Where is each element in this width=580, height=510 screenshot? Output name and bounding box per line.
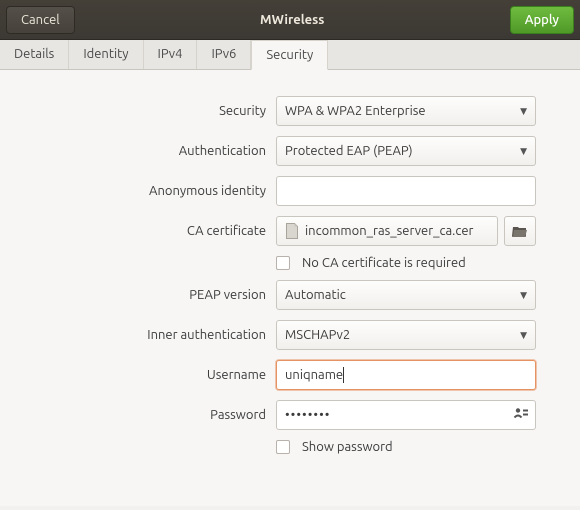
dropdown-caret-icon: ▼ (520, 330, 527, 341)
apply-button[interactable]: Apply (510, 6, 574, 34)
inner-auth-value: MSCHAPv2 (285, 328, 350, 342)
ca-certificate-file-button[interactable]: incommon_ras_server_ca.cer (276, 216, 498, 246)
password-store-icon[interactable] (513, 407, 529, 424)
ca-certificate-browse-button[interactable] (504, 216, 536, 246)
show-password-checkbox[interactable] (276, 440, 290, 454)
tab-ipv6[interactable]: IPv6 (197, 40, 251, 69)
dropdown-caret-icon: ▼ (520, 290, 527, 301)
authentication-select[interactable]: Protected EAP (PEAP) ▼ (276, 136, 536, 166)
tabs: Details Identity IPv4 IPv6 Security (0, 40, 580, 70)
security-select[interactable]: WPA & WPA2 Enterprise ▼ (276, 96, 536, 126)
window-title: MWireless (260, 13, 324, 27)
username-label: Username (20, 368, 276, 382)
anonymous-identity-label: Anonymous identity (20, 184, 276, 198)
ca-certificate-filename: incommon_ras_server_ca.cer (305, 224, 473, 238)
ca-certificate-label: CA certificate (20, 224, 276, 238)
text-cursor (343, 367, 344, 383)
peap-version-label: PEAP version (20, 288, 276, 302)
password-value: •••••••• (285, 408, 330, 422)
security-pane: Security WPA & WPA2 Enterprise ▼ Authent… (0, 70, 580, 506)
password-label: Password (20, 408, 276, 422)
username-input[interactable]: uniqname (276, 360, 536, 390)
show-password-label: Show password (302, 440, 393, 454)
inner-auth-label: Inner authentication (20, 328, 276, 342)
no-ca-required-checkbox[interactable] (276, 256, 290, 270)
security-label: Security (20, 104, 276, 118)
peap-version-select[interactable]: Automatic ▼ (276, 280, 536, 310)
username-value: uniqname (285, 368, 343, 382)
tab-security[interactable]: Security (251, 40, 328, 70)
authentication-value: Protected EAP (PEAP) (285, 144, 413, 158)
peap-version-value: Automatic (285, 288, 346, 302)
dropdown-caret-icon: ▼ (520, 146, 527, 157)
security-value: WPA & WPA2 Enterprise (285, 104, 426, 118)
inner-auth-select[interactable]: MSCHAPv2 ▼ (276, 320, 536, 350)
tab-details[interactable]: Details (0, 40, 69, 69)
anonymous-identity-field[interactable] (285, 183, 527, 199)
cancel-button[interactable]: Cancel (6, 6, 75, 34)
titlebar: Cancel MWireless Apply (0, 0, 580, 40)
no-ca-required-label: No CA certificate is required (302, 256, 466, 270)
tab-ipv4[interactable]: IPv4 (144, 40, 198, 69)
anonymous-identity-input[interactable] (276, 176, 536, 206)
authentication-label: Authentication (20, 144, 276, 158)
password-input[interactable]: •••••••• (276, 400, 536, 430)
file-icon (285, 223, 299, 239)
tab-identity[interactable]: Identity (69, 40, 143, 69)
dropdown-caret-icon: ▼ (520, 106, 527, 117)
folder-open-icon (512, 224, 528, 238)
